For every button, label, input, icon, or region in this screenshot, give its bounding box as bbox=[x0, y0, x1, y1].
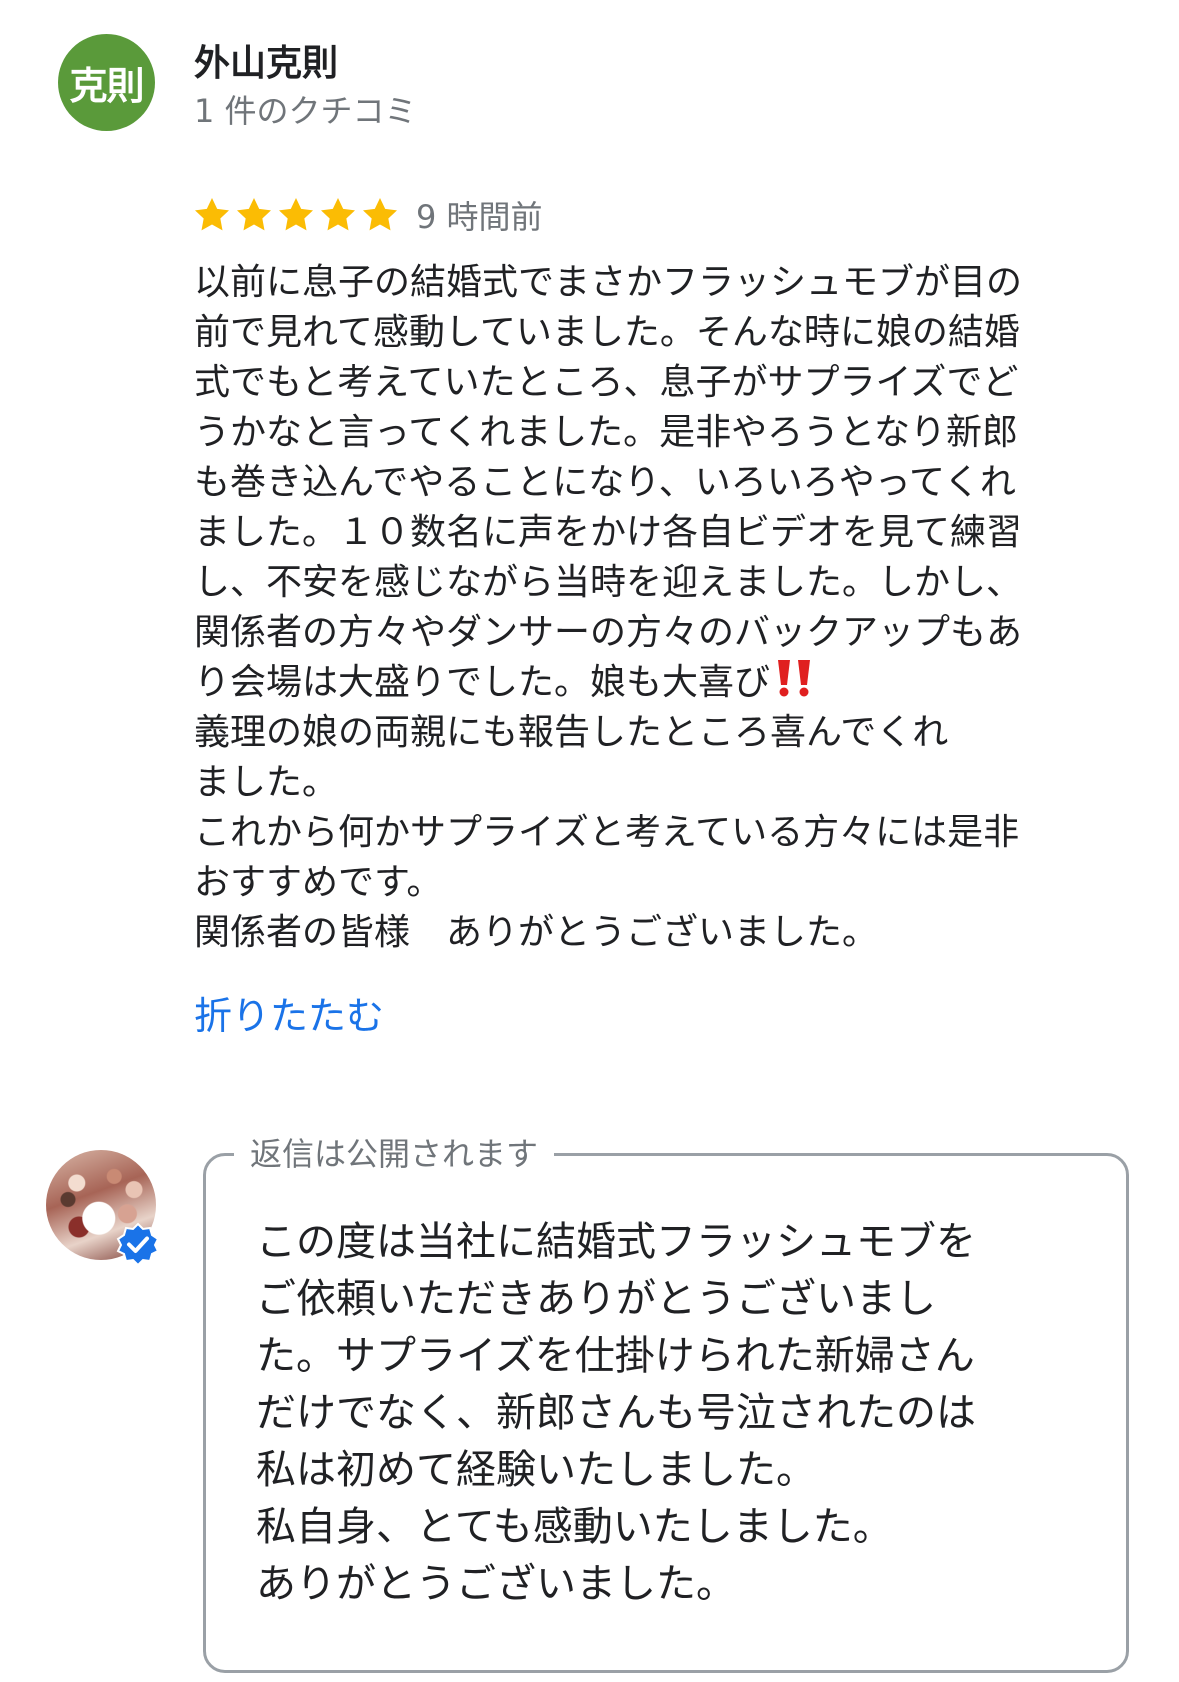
reply-line: この度は当社に結婚式フラッシュモブを bbox=[256, 1219, 976, 1265]
review-line: これから何かサプライズと考えている方々には是非 bbox=[194, 812, 1020, 853]
collapse-link[interactable]: 折りたたむ bbox=[194, 985, 384, 1040]
review-line: うかなと言ってくれました。是非やろうとなり新郎 bbox=[194, 412, 1019, 453]
review-line: も巻き込んでやることになり、いろいろやってくれ bbox=[194, 462, 1016, 503]
review-line: 義理の娘の両親にも報告したところ喜んでくれ bbox=[194, 712, 949, 753]
reply-line: ご依頼いただきありがとうございまし bbox=[256, 1276, 936, 1322]
reviewer-review-count: 1 件のクチコミ bbox=[194, 92, 417, 130]
review-line: 以前に息子の結婚式でまさかフラッシュモブが目の bbox=[194, 262, 1023, 303]
review-line: し、不安を感じながら当時を迎えました。しかし、 bbox=[194, 562, 1023, 603]
star-icon bbox=[237, 198, 271, 231]
review-line: 前で見れて感動していました。そんな時に娘の結婚 bbox=[194, 312, 1020, 353]
reply-public-label: 返信は公開されます bbox=[234, 1132, 555, 1176]
star-icon bbox=[363, 198, 397, 231]
double-exclamation-icon bbox=[778, 660, 811, 697]
verified-badge-icon bbox=[116, 1222, 160, 1266]
star-icon bbox=[279, 198, 313, 231]
reply-line: ありがとうございました。 bbox=[256, 1561, 736, 1607]
rating-row: 9 時間前 bbox=[192, 192, 543, 238]
review-line: 関係者の皆様 ありがとうございました。 bbox=[194, 912, 879, 953]
owner-reply-box[interactable]: 返信は公開されます この度は当社に結婚式フラッシュモブを ご依頼いただきありがと… bbox=[203, 1132, 1129, 1673]
review-line: おすすめです。 bbox=[194, 862, 443, 903]
owner-reply-text[interactable]: この度は当社に結婚式フラッシュモブを ご依頼いただきありがとうございまし た。サ… bbox=[256, 1214, 1116, 1613]
review-line: 式でもと考えていたところ、息子がサプライズでど bbox=[194, 362, 1019, 403]
reviewer-name[interactable]: 外山克則 bbox=[194, 34, 338, 86]
review-time: 9 時間前 bbox=[416, 198, 543, 236]
review-line: ました。 bbox=[194, 762, 339, 803]
reviewer-avatar[interactable]: 克則 bbox=[58, 34, 155, 131]
reply-line: だけでなく、新郎さんも号泣されたのは bbox=[256, 1390, 976, 1436]
review-line-text: り会場は大盛りでした。娘も大喜び bbox=[194, 662, 771, 703]
reply-line: た。サプライズを仕掛けられた新婦さん bbox=[256, 1333, 975, 1379]
reply-line: 私は初めて経験いたしました。 bbox=[256, 1447, 816, 1493]
reply-line: 私自身、とても感動いたしました。 bbox=[256, 1504, 893, 1550]
review-line-with-emphasis: り会場は大盛りでした。娘も大喜び bbox=[194, 658, 1104, 708]
star-rating bbox=[192, 195, 402, 235]
review-line: ました。１０数名に声をかけ各自ビデオを見て練習 bbox=[194, 512, 1023, 553]
star-icon bbox=[321, 198, 355, 231]
review-line: 関係者の方々やダンサーの方々のバックアップもあ bbox=[194, 612, 1023, 653]
review-text: 以前に息子の結婚式でまさかフラッシュモブが目の 前で見れて感動していました。そん… bbox=[194, 258, 1104, 958]
star-icon bbox=[195, 198, 229, 231]
owner-avatar[interactable] bbox=[46, 1150, 160, 1266]
